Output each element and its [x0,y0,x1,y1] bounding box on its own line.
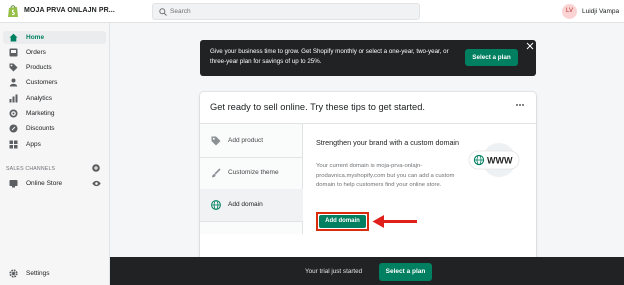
store-icon [9,180,18,188]
close-icon[interactable] [526,42,534,50]
www-domain-illustration: WWW [468,143,520,177]
tip-customize-theme[interactable]: Customize theme [200,157,303,189]
bar-chart-icon [9,94,18,103]
target-icon [9,109,18,118]
user-name[interactable]: Luidji Vampa [582,8,619,15]
sidebar-item-label: Marketing [26,110,55,117]
banner-text: Give your business time to grow. Get Sho… [210,48,449,65]
sidebar-item-home[interactable]: Home [3,31,106,44]
discount-icon [9,124,18,133]
person-icon [9,78,18,87]
eye-icon[interactable] [92,180,101,187]
trial-text: Your trial just started [305,268,363,275]
more-actions-icon[interactable] [515,102,525,108]
sidebar-item-label: Orders [26,49,46,56]
search-input[interactable]: Search [152,3,420,20]
trial-select-plan-button[interactable]: Select a plan [379,263,432,281]
avatar[interactable]: LV [562,4,577,19]
sidebar-item-online-store[interactable]: Online Store [3,177,106,190]
tip-label: Add domain [228,201,263,208]
sidebar-item-marketing[interactable]: Marketing [3,107,106,120]
sales-channels-heading: SALES CHANNELS [6,166,56,172]
globe-icon [211,200,221,210]
home-icon [9,33,18,42]
sidebar-item-label: Settings [26,270,50,277]
card-title: Get ready to sell online. Try these tips… [210,102,425,112]
sidebar-item-customers[interactable]: Customers [3,76,106,89]
sidebar-item-settings[interactable]: Settings [3,267,106,280]
tip-add-domain[interactable]: Add domain [200,189,303,221]
tag-icon [9,63,18,72]
sidebar-item-label: Analytics [26,95,53,102]
sidebar-item-apps[interactable]: Apps [3,138,106,151]
search-placeholder: Search [170,8,191,15]
sidebar-item-products[interactable]: Products [3,61,106,74]
tip-label: Customize theme [228,169,279,176]
shopify-logo-icon[interactable] [7,4,19,18]
sidebar-item-label: Online Store [26,180,63,187]
add-domain-button[interactable]: Add domain [319,215,366,228]
trial-bar [110,257,624,285]
apps-icon [9,140,18,149]
sidebar-item-label: Apps [26,141,41,148]
detail-title: Strengthen your brand with a custom doma… [316,138,460,147]
sidebar-item-label: Products [26,64,52,71]
add-channel-icon[interactable] [92,164,100,172]
sidebar-item-label: Home [26,34,45,41]
sidebar-item-label: Discounts [26,125,55,132]
gear-icon [9,269,18,278]
tip-add-product[interactable]: Add product [200,125,303,157]
banner-select-plan-button[interactable]: Select a plan [465,49,518,66]
search-icon [159,8,167,16]
sidebar-item-orders[interactable]: Orders [3,46,106,59]
arrow-left-icon [372,215,417,228]
store-name[interactable]: MOJA PRVA ONLAJN PR... [24,7,115,14]
sidebar-item-analytics[interactable]: Analytics [3,92,106,105]
www-text: WWW [487,156,513,166]
orders-icon [9,48,18,57]
tip-label: Add product [228,137,264,144]
sidebar-item-discounts[interactable]: Discounts [3,122,106,135]
tag-icon [211,136,221,146]
tip-divider [200,221,303,222]
sidebar-item-label: Customers [26,79,58,86]
detail-body: Your current domain is moja-prva-onlajn-… [316,163,455,189]
brush-icon [211,168,221,178]
